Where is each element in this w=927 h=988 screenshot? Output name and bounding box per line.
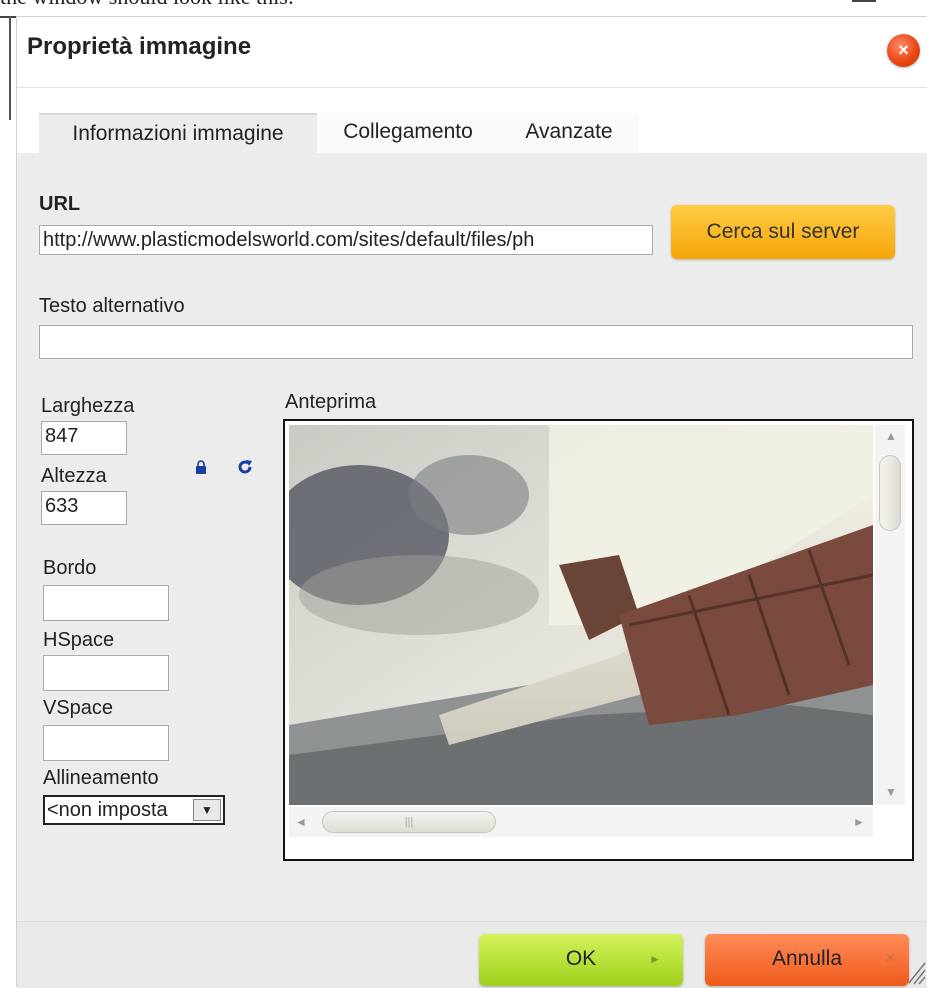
alignment-value: <non imposta [47,799,168,821]
height-input[interactable]: 633 [41,491,127,525]
chevron-down-icon[interactable]: ▼ [193,799,221,821]
lock-icon[interactable] [195,460,207,474]
tab-link[interactable]: Collegamento [317,113,499,153]
alt-text-label: Testo alternativo [39,295,185,317]
border-input[interactable] [43,585,169,621]
height-label: Altezza [41,465,107,487]
scroll-left-icon[interactable]: ◄ [295,815,307,829]
tab-image-info[interactable]: Informazioni immagine [39,113,317,155]
scroll-up-icon[interactable]: ▲ [885,429,897,443]
vertical-scroll-thumb[interactable] [879,455,901,531]
close-icon[interactable]: × [887,34,920,67]
vspace-input[interactable] [43,725,169,761]
preview-image [289,425,873,805]
url-input[interactable]: http://www.plasticmodelsworld.com/sites/… [39,225,653,255]
width-input[interactable]: 847 [41,421,127,455]
scroll-right-icon[interactable]: ► [853,815,865,829]
url-label: URL [39,193,81,215]
browse-server-button[interactable]: Cerca sul server [671,205,895,259]
title-separator [17,87,927,88]
vspace-label: VSpace [43,697,114,719]
image-properties-dialog: Proprietà immagine × Informazioni immagi… [16,16,927,988]
preview-vertical-scrollbar[interactable]: ▲ ▼ [875,425,905,805]
preview-box: ▲ ▼ ◄ ||| ► [283,419,914,861]
cancel-button[interactable]: Annulla × [705,934,909,986]
alignment-label: Allineamento [43,767,159,789]
alignment-select[interactable]: <non imposta ▼ [43,795,225,825]
ok-button[interactable]: OK ► [479,934,683,986]
hspace-input[interactable] [43,655,169,691]
width-label: Larghezza [41,395,135,417]
tab-advanced[interactable]: Avanzate [499,113,639,153]
tab-bar: Informazioni immagine Collegamento Avanz… [17,113,927,155]
cancel-button-label: Annulla [771,947,843,970]
ok-button-label: OK [565,947,597,970]
background-divider-right [852,0,876,2]
dialog-title: Proprietà immagine [27,33,252,60]
close-icon: × [885,950,895,967]
preview-label: Anteprima [285,391,377,413]
background-divider-left [9,16,11,120]
border-label: Bordo [43,557,97,579]
resize-grip-icon[interactable] [905,957,927,985]
scroll-down-icon[interactable]: ▼ [885,785,897,799]
hspace-label: HSpace [43,629,115,651]
reset-size-icon[interactable] [237,459,253,475]
tab-panel: URL http://www.plasticmodelsworld.com/si… [17,153,927,921]
chevron-right-icon: ► [649,952,661,966]
alt-text-input[interactable] [39,325,913,359]
dialog-footer: OK ► Annulla × [17,921,927,988]
horizontal-scroll-thumb[interactable]: ||| [322,811,496,833]
preview-horizontal-scrollbar[interactable]: ◄ ||| ► [289,807,873,837]
